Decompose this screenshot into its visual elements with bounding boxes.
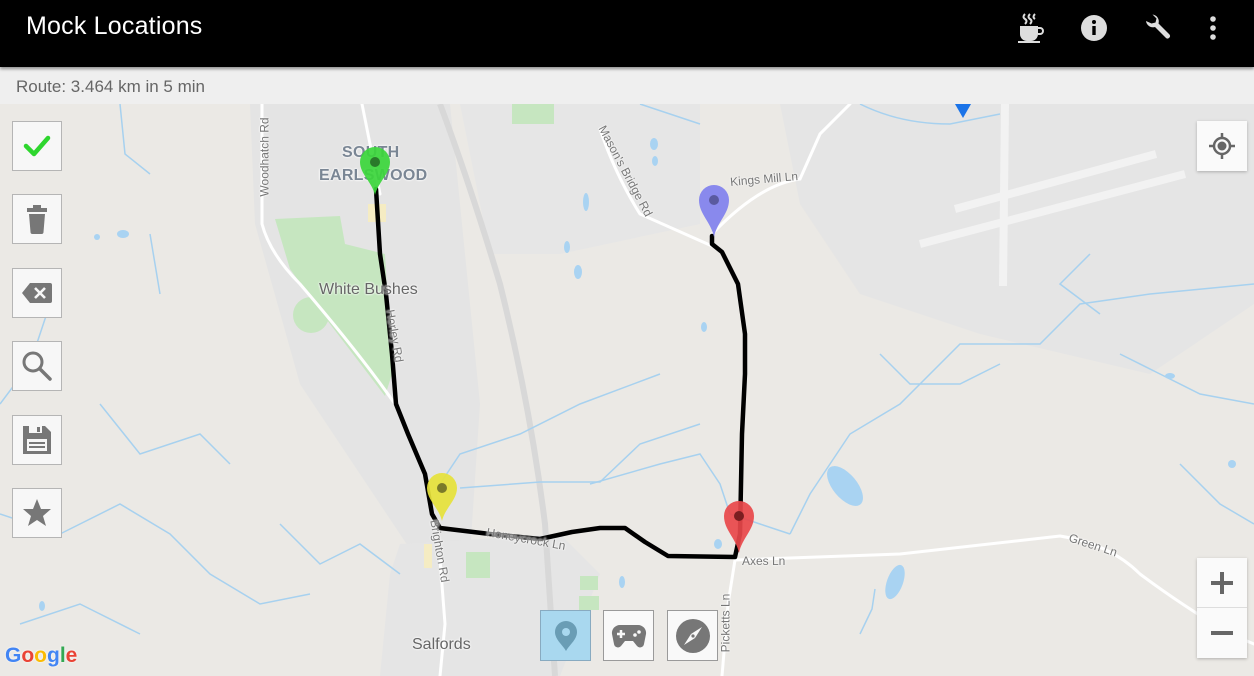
more-vert-icon — [1210, 16, 1216, 40]
backspace-icon — [22, 283, 52, 303]
save-button[interactable] — [12, 415, 62, 465]
zoom-controls — [1197, 558, 1247, 658]
info-button[interactable] — [1074, 8, 1114, 48]
map-view[interactable]: SOUTH EARLSWOOD White Bushes Salfords Wo… — [0, 104, 1254, 676]
minus-icon — [1211, 631, 1233, 635]
mode-location-button[interactable] — [540, 610, 591, 661]
favorites-button[interactable] — [12, 488, 62, 538]
building — [424, 544, 432, 568]
overflow-menu-button[interactable] — [1193, 8, 1233, 48]
map-label-picketts-ln: Picketts Ln — [718, 593, 733, 653]
google-attribution: Google — [5, 644, 78, 667]
mode-route-button[interactable] — [667, 610, 718, 661]
gamepad-icon — [611, 624, 646, 647]
my-location-icon — [1209, 133, 1235, 159]
zoom-out-button[interactable] — [1197, 608, 1247, 658]
search-icon — [22, 351, 52, 381]
route-summary-bar: Route: 3.464 km in 5 min — [0, 67, 1254, 104]
park — [579, 596, 599, 610]
map-label-woodhatch-rd: Woodhatch Rd — [257, 117, 272, 197]
app-bar: Mock Locations — [0, 0, 1254, 67]
waypoint-marker-2[interactable] — [722, 500, 756, 554]
backspace-button[interactable] — [12, 268, 62, 318]
park — [512, 104, 554, 124]
settings-button[interactable] — [1137, 8, 1177, 48]
save-icon — [23, 426, 51, 454]
confirm-button[interactable] — [12, 121, 62, 171]
end-marker[interactable] — [697, 184, 731, 238]
waypoint-marker[interactable] — [425, 472, 459, 522]
app-title: Mock Locations — [26, 12, 203, 40]
urban-area — [460, 104, 700, 254]
compass-icon — [675, 618, 710, 653]
trash-icon — [27, 205, 47, 234]
route-summary-text: Route: 3.464 km in 5 min — [16, 77, 205, 96]
map-pin-icon — [554, 620, 577, 651]
star-icon — [23, 499, 51, 526]
check-icon — [23, 135, 51, 157]
park — [293, 297, 329, 333]
map-label-white-bushes: White Bushes — [319, 281, 418, 298]
coffee-icon — [1018, 13, 1044, 43]
my-location-button[interactable] — [1197, 121, 1247, 171]
donate-button[interactable] — [1010, 8, 1050, 48]
plus-icon — [1211, 571, 1233, 594]
map-label-axes-ln: Axes Ln — [742, 554, 786, 568]
wrench-icon — [1146, 14, 1170, 39]
delete-button[interactable] — [12, 194, 62, 244]
park — [580, 576, 598, 590]
info-icon — [1081, 15, 1107, 41]
map-label-salfords: Salfords — [412, 636, 471, 653]
mode-joystick-button[interactable] — [603, 610, 654, 661]
search-button[interactable] — [12, 341, 62, 391]
start-marker[interactable] — [358, 146, 392, 196]
park — [466, 552, 490, 578]
airport-area — [780, 104, 1254, 374]
zoom-in-button[interactable] — [1197, 558, 1247, 608]
